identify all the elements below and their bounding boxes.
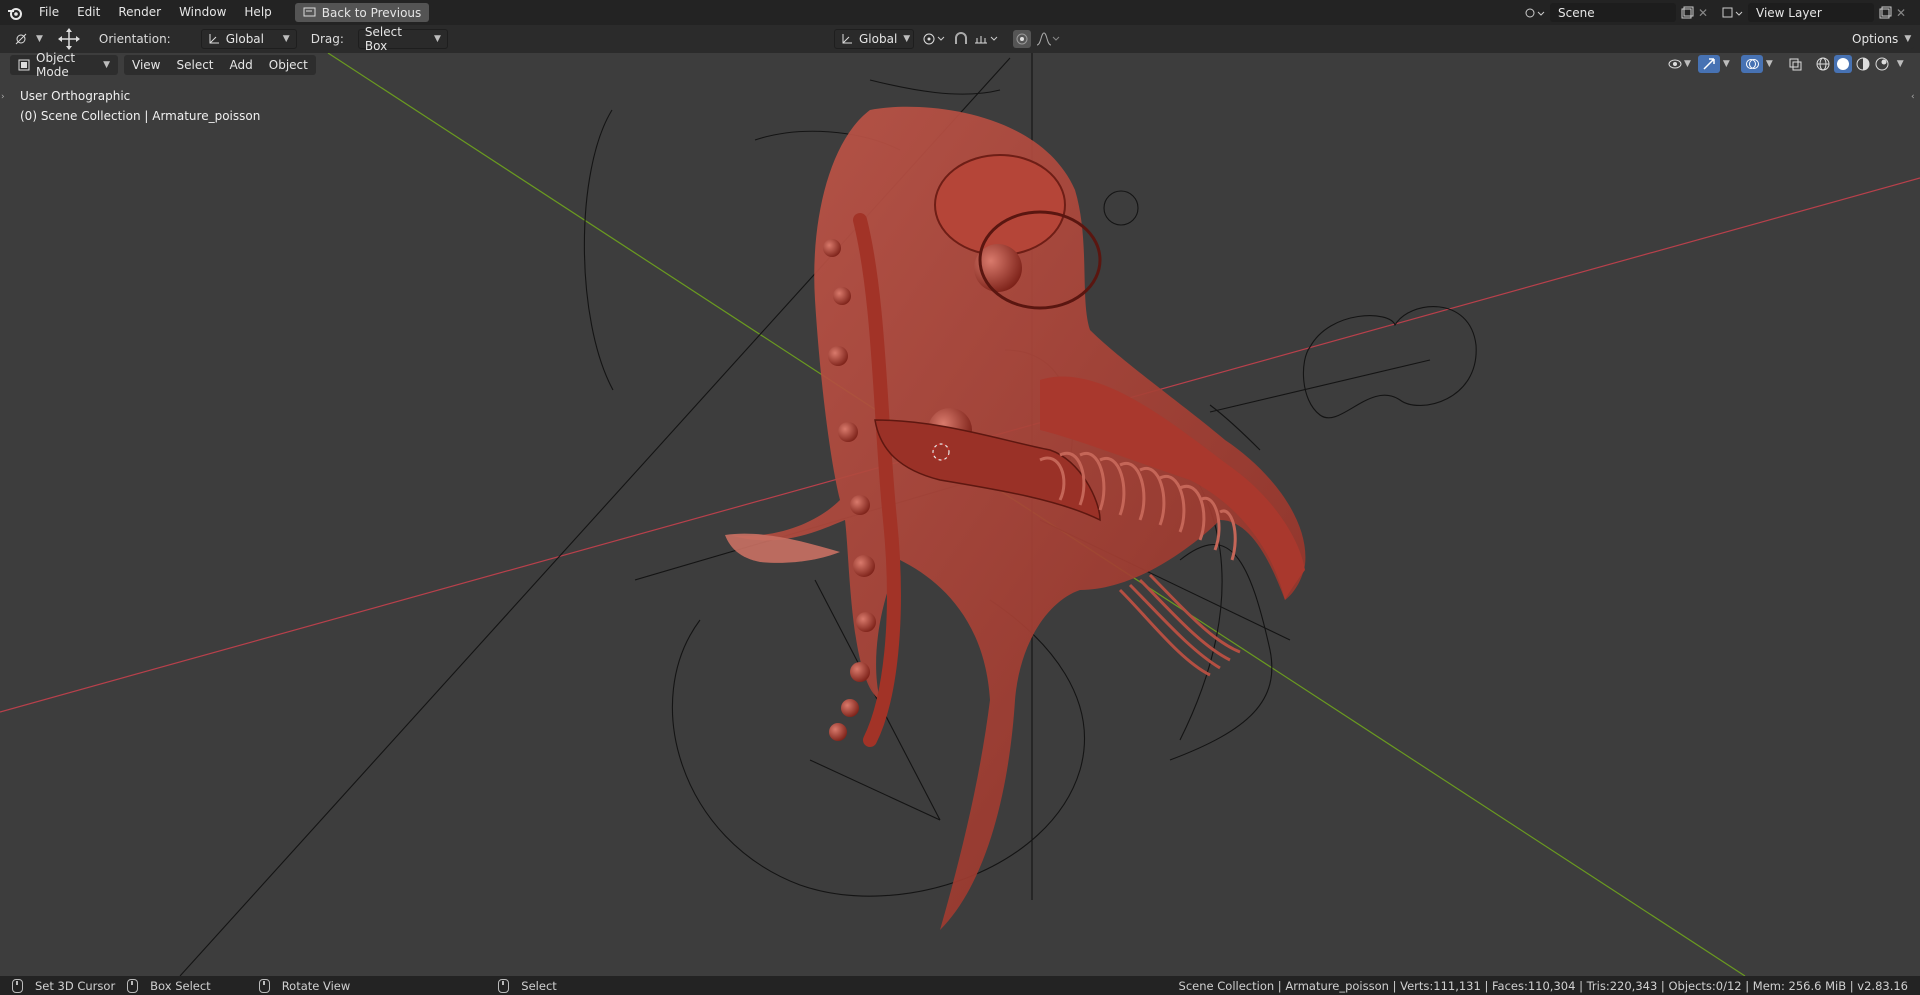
pivot-point-icon[interactable]: [921, 31, 945, 47]
scene-name: Scene: [1558, 5, 1595, 20]
chevron-down-icon[interactable]: ▼: [1723, 59, 1730, 69]
back-to-previous-button[interactable]: Back to Previous: [294, 3, 430, 22]
object-mode-icon: [18, 59, 30, 71]
scene-selector-icon[interactable]: [1524, 6, 1546, 20]
3d-viewport[interactable]: [0, 53, 1920, 976]
new-scene-icon[interactable]: [1680, 6, 1694, 20]
new-view-layer-icon[interactable]: [1878, 6, 1892, 20]
creature-mesh: [725, 106, 1306, 931]
menu-view-label: View: [132, 58, 161, 72]
hint-set-3d-cursor: Set 3D Cursor: [35, 978, 116, 993]
menu-edit[interactable]: Edit: [68, 0, 109, 25]
orientation-axis-icon: [208, 33, 220, 45]
scene-statistics: Scene Collection | Armature_poisson | Ve…: [1178, 978, 1908, 993]
proportional-editing-icon[interactable]: [1013, 30, 1031, 48]
chevron-down-icon: ▼: [36, 34, 43, 44]
chevron-down-icon: ▼: [103, 60, 110, 70]
object-mode-dropdown[interactable]: Object Mode ▼: [10, 51, 118, 79]
menu-add[interactable]: Add: [221, 55, 261, 75]
xray-icon[interactable]: [1784, 57, 1806, 71]
sidebar-toggle-icon[interactable]: ‹: [1911, 92, 1915, 102]
menu-file[interactable]: File: [30, 0, 68, 25]
snap-icon[interactable]: [953, 31, 969, 47]
view-name: User Orthographic: [20, 89, 131, 103]
options-label: Options: [1852, 32, 1899, 46]
mouse-middle-icon: [127, 978, 139, 993]
orientation-value: Global: [225, 32, 264, 46]
viewport-header: Object Mode ▼ View Select Add Object ▼ ▼…: [0, 51, 1920, 79]
scene-name-field[interactable]: Scene: [1550, 3, 1676, 22]
menu-add-label: Add: [229, 58, 253, 72]
visibility-icon[interactable]: ▼: [1664, 58, 1695, 70]
chevron-down-icon[interactable]: ▼: [1897, 59, 1904, 69]
menu-view[interactable]: View: [124, 55, 169, 75]
collection-info: (0) Scene Collection | Armature_poisson: [20, 109, 261, 123]
chevron-down-icon: ▼: [433, 34, 441, 44]
move-tool-icon[interactable]: [57, 27, 81, 51]
rendered-shading-icon[interactable]: [1874, 56, 1890, 72]
screen-icon: [303, 7, 316, 18]
menu-select[interactable]: Select: [168, 55, 222, 75]
mouse-right-icon: [258, 978, 270, 993]
hint-rotate-view: Rotate View: [281, 978, 351, 993]
editor-type-icon: [14, 32, 30, 46]
tool-settings-bar: ▼ Orientation: Global ▼ Drag: Select Box…: [0, 25, 1920, 53]
orientation-dropdown[interactable]: Global ▼: [200, 29, 297, 49]
editor-type-dropdown[interactable]: ▼: [8, 29, 49, 49]
menu-select-label: Select: [176, 58, 214, 72]
blender-logo-icon[interactable]: [0, 5, 30, 21]
options-dropdown[interactable]: Options ▼: [1846, 29, 1914, 49]
hint-select: Select: [521, 978, 557, 993]
delete-view-layer-icon[interactable]: ✕: [1896, 6, 1906, 20]
top-bar: File Edit Render Window Help Back to Pre…: [0, 0, 1920, 25]
back-to-previous-label: Back to Previous: [321, 5, 422, 20]
chevron-down-icon: ▼: [1684, 59, 1691, 69]
menu-window[interactable]: Window: [170, 0, 235, 25]
mouse-left-icon: [498, 978, 510, 993]
view-layer-name: View Layer: [1756, 5, 1822, 20]
chevron-down-icon: ▼: [282, 34, 290, 44]
menu-help[interactable]: Help: [235, 0, 280, 25]
delete-scene-icon[interactable]: ✕: [1698, 6, 1708, 20]
chevron-down-icon[interactable]: ▼: [1766, 59, 1773, 69]
gizmo-icon[interactable]: [1697, 55, 1720, 73]
menu-render[interactable]: Render: [109, 0, 170, 25]
object-mode-label: Object Mode: [36, 51, 76, 79]
view-layer-name-field[interactable]: View Layer: [1748, 3, 1874, 22]
drag-value: Select Box: [364, 25, 402, 53]
solid-shading-icon[interactable]: [1833, 55, 1852, 73]
status-bar: Set 3D Cursor Box Select Rotate View Sel…: [0, 976, 1920, 995]
toolbar-toggle-icon[interactable]: ›: [1, 92, 5, 102]
overlays-icon[interactable]: [1740, 55, 1763, 73]
chevron-down-icon: ▼: [1904, 34, 1912, 44]
menu-object[interactable]: Object: [260, 55, 316, 75]
orientation-label: Orientation:: [98, 32, 171, 46]
mouse-left-icon: [12, 978, 23, 993]
wireframe-shading-icon[interactable]: [1815, 56, 1831, 72]
material-shading-icon[interactable]: [1855, 56, 1871, 72]
snap-increment-icon[interactable]: [973, 31, 999, 47]
transform-orientation-dropdown[interactable]: Global ▼: [834, 29, 914, 49]
drag-dropdown[interactable]: Select Box ▼: [357, 25, 448, 53]
transform-orientation-value: Global: [859, 32, 898, 46]
transform-orientation-icon: [841, 33, 853, 45]
menu-object-label: Object: [268, 58, 308, 72]
viewport-info: User Orthographic (0) Scene Collection |…: [20, 86, 260, 126]
hint-box-select: Box Select: [150, 978, 211, 993]
chevron-down-icon: ▼: [903, 34, 911, 44]
proportional-falloff-icon[interactable]: [1035, 31, 1061, 47]
view-layer-selector-icon[interactable]: [1722, 6, 1744, 20]
drag-label: Drag:: [310, 32, 344, 46]
